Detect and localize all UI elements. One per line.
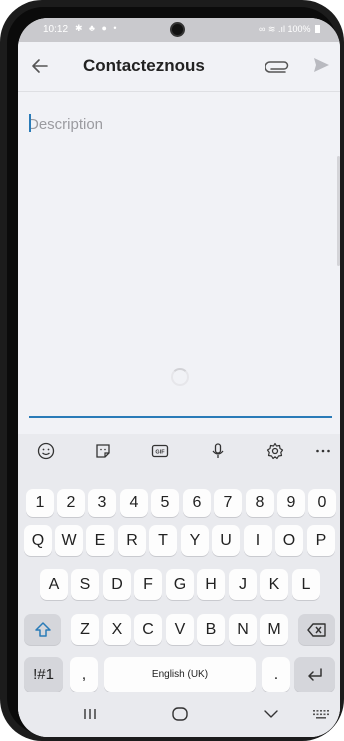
navigation-bar <box>18 692 340 737</box>
shift-icon <box>34 621 51 637</box>
key-y[interactable]: Y <box>181 525 209 556</box>
front-camera <box>170 22 185 37</box>
key-n[interactable]: N <box>229 614 257 645</box>
notification-icons: ✱ ♣ ● • <box>75 23 119 33</box>
key-5[interactable]: 5 <box>151 489 179 517</box>
key-d[interactable]: D <box>103 569 131 600</box>
description-area <box>18 93 340 423</box>
key-f[interactable]: F <box>134 569 162 600</box>
microphone-icon[interactable] <box>206 440 230 462</box>
gif-label: GIF <box>155 450 165 456</box>
key-3[interactable]: 3 <box>88 489 116 517</box>
space-key[interactable]: English (UK) <box>104 657 256 692</box>
more-icon[interactable] <box>311 440 335 462</box>
key-c[interactable]: C <box>134 614 162 645</box>
key-6[interactable]: 6 <box>183 489 211 517</box>
status-bar: 10:12 ✱ ♣ ● • ∞ ≋ .ıl 100% <box>18 18 340 42</box>
paperclip-icon[interactable] <box>265 57 291 75</box>
backspace-key[interactable] <box>298 614 335 645</box>
gif-icon[interactable]: GIF <box>148 440 172 462</box>
key-z[interactable]: Z <box>71 614 99 645</box>
key-p[interactable]: P <box>307 525 335 556</box>
status-indicators: ∞ ≋ .ıl 100% <box>259 24 311 34</box>
key-r[interactable]: R <box>118 525 146 556</box>
key-s[interactable]: S <box>71 569 99 600</box>
key-a[interactable]: A <box>40 569 68 600</box>
app-bar: Contacteznous <box>18 42 340 92</box>
key-x[interactable]: X <box>103 614 131 645</box>
period-key[interactable]: . <box>262 657 290 692</box>
status-right: ∞ ≋ .ıl 100% <box>259 24 320 35</box>
keyboard-icon[interactable] <box>311 704 331 724</box>
key-o[interactable]: O <box>275 525 303 556</box>
enter-icon <box>307 667 322 681</box>
status-time: 10:12 <box>43 24 69 35</box>
keyboard-toolbar: GIF <box>18 434 340 468</box>
key-g[interactable]: G <box>166 569 194 600</box>
shift-key[interactable] <box>24 614 61 645</box>
key-9[interactable]: 9 <box>277 489 305 517</box>
symbols-key[interactable]: !#1 <box>24 657 63 692</box>
key-2[interactable]: 2 <box>57 489 85 517</box>
emoji-icon[interactable] <box>34 440 58 462</box>
key-7[interactable]: 7 <box>214 489 242 517</box>
phone-frame: 10:12 ✱ ♣ ● • ∞ ≋ .ıl 100% Contacteznous <box>0 0 344 741</box>
sticker-icon[interactable] <box>91 440 115 462</box>
key-8[interactable]: 8 <box>246 489 274 517</box>
scroll-indicator[interactable] <box>337 156 340 266</box>
key-j[interactable]: J <box>229 569 257 600</box>
description-input[interactable] <box>28 113 328 135</box>
back-icon[interactable] <box>261 704 281 724</box>
backspace-icon <box>306 622 326 637</box>
phone-bezel: 10:12 ✱ ♣ ● • ∞ ≋ .ıl 100% Contacteznous <box>7 7 340 737</box>
key-4[interactable]: 4 <box>120 489 148 517</box>
comma-key[interactable]: , <box>70 657 98 692</box>
key-b[interactable]: B <box>197 614 225 645</box>
page-title: Contacteznous <box>83 56 205 75</box>
key-l[interactable]: L <box>292 569 320 600</box>
key-t[interactable]: T <box>149 525 177 556</box>
key-1[interactable]: 1 <box>26 489 54 517</box>
key-w[interactable]: W <box>55 525 83 556</box>
key-v[interactable]: V <box>166 614 194 645</box>
key-0[interactable]: 0 <box>308 489 336 517</box>
enter-key[interactable] <box>294 657 335 692</box>
key-m[interactable]: M <box>260 614 288 645</box>
back-arrow-icon[interactable] <box>30 56 50 76</box>
settings-icon[interactable] <box>263 440 287 462</box>
send-icon[interactable] <box>311 55 331 75</box>
loading-spinner-icon <box>171 368 189 386</box>
key-i[interactable]: I <box>244 525 272 556</box>
key-e[interactable]: E <box>86 525 114 556</box>
key-k[interactable]: K <box>260 569 288 600</box>
key-h[interactable]: H <box>197 569 225 600</box>
battery-icon <box>315 25 320 33</box>
key-u[interactable]: U <box>212 525 240 556</box>
home-icon[interactable] <box>170 704 190 724</box>
screen: 10:12 ✱ ♣ ● • ∞ ≋ .ıl 100% Contacteznous <box>18 18 340 737</box>
key-q[interactable]: Q <box>24 525 52 556</box>
text-cursor <box>29 114 31 132</box>
recent-apps-icon[interactable] <box>80 704 100 724</box>
input-underline <box>29 416 332 418</box>
